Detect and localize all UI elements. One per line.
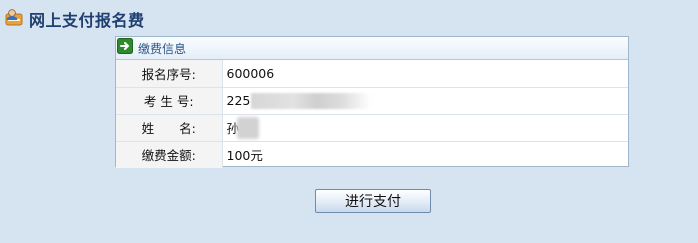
redaction-blur <box>237 116 260 139</box>
candidate-number-label: 考 生 号: <box>116 87 223 115</box>
payment-info-panel: 缴费信息 报名序号: 600006 考 生 号: 225 姓 名: 孙 缴费金额… <box>115 36 629 168</box>
table-row-payment-amount: 缴费金额: 100元 <box>116 141 628 168</box>
panel-title: 缴费信息 <box>138 41 187 56</box>
payment-amount-label: 缴费金额: <box>116 141 223 168</box>
payment-amount-value: 100元 <box>226 148 263 164</box>
table-row-candidate-number: 考 生 号: 225 <box>116 87 628 115</box>
payment-info-table: 报名序号: 600006 考 生 号: 225 姓 名: 孙 缴费金额: 100… <box>116 60 628 168</box>
panel-header: 缴费信息 <box>116 37 628 60</box>
candidate-number-wrap: 225 <box>226 92 372 109</box>
candidate-number-cell: 225 <box>222 87 628 115</box>
user-card-icon <box>4 8 24 30</box>
registration-number-label: 报名序号: <box>116 60 223 88</box>
name-cell: 孙 <box>222 114 628 142</box>
table-row-name: 姓 名: 孙 <box>116 114 628 142</box>
table-row-registration-number: 报名序号: 600006 <box>116 60 628 88</box>
page-header: 网上支付报名费 <box>4 7 145 31</box>
page-title: 网上支付报名费 <box>29 11 145 30</box>
registration-number-value: 600006 <box>222 60 628 88</box>
arrow-right-icon <box>117 38 133 58</box>
name-label: 姓 名: <box>116 114 223 142</box>
pay-button[interactable]: 进行支付 <box>315 189 431 213</box>
redaction-blur <box>251 92 372 109</box>
candidate-number-value: 225 <box>226 93 251 108</box>
name-wrap: 孙 <box>227 116 260 139</box>
